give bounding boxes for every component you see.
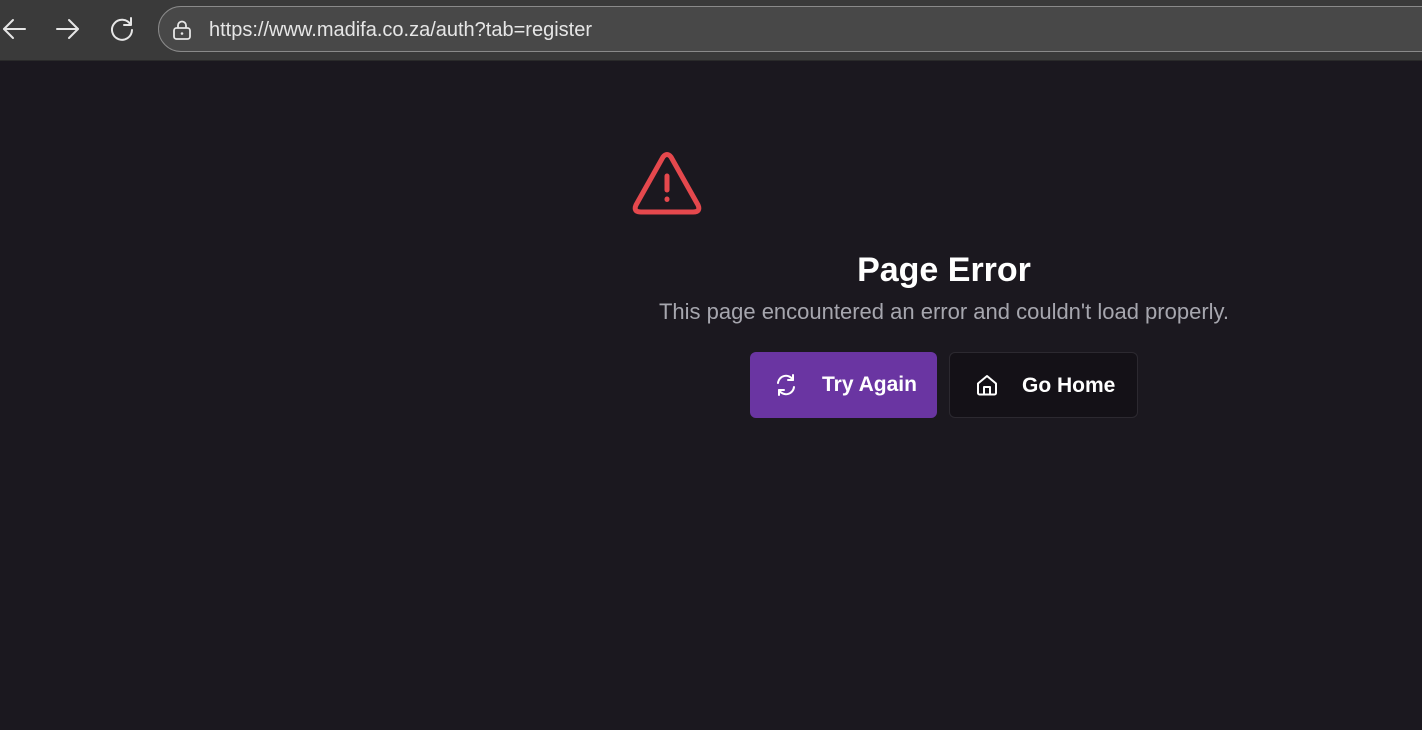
- try-again-button[interactable]: Try Again: [750, 352, 937, 418]
- page-title: Page Error: [857, 251, 1031, 289]
- back-arrow-icon: [3, 19, 26, 39]
- page-viewport: [0, 0, 1422, 730]
- try-again-label: Try Again: [822, 373, 917, 396]
- go-home-button[interactable]: Go Home: [949, 352, 1138, 418]
- refresh-icon: [111, 17, 133, 41]
- refresh-icon: [774, 373, 798, 397]
- browser-toolbar: https://www.madifa.co.za/auth?tab=regist…: [0, 0, 1422, 61]
- url-text: https://www.madifa.co.za/auth?tab=regist…: [209, 19, 592, 41]
- lock-icon[interactable]: [171, 19, 193, 41]
- warning-triangle-icon: [632, 152, 702, 215]
- home-icon: [975, 373, 999, 397]
- refresh-button[interactable]: [104, 11, 140, 47]
- forward-arrow-icon: [56, 19, 79, 39]
- address-bar[interactable]: https://www.madifa.co.za/auth?tab=regist…: [158, 6, 1422, 52]
- error-message: This page encountered an error and could…: [658, 299, 1230, 324]
- forward-button[interactable]: [50, 11, 86, 47]
- back-button[interactable]: [0, 11, 32, 47]
- go-home-label: Go Home: [1022, 374, 1116, 397]
